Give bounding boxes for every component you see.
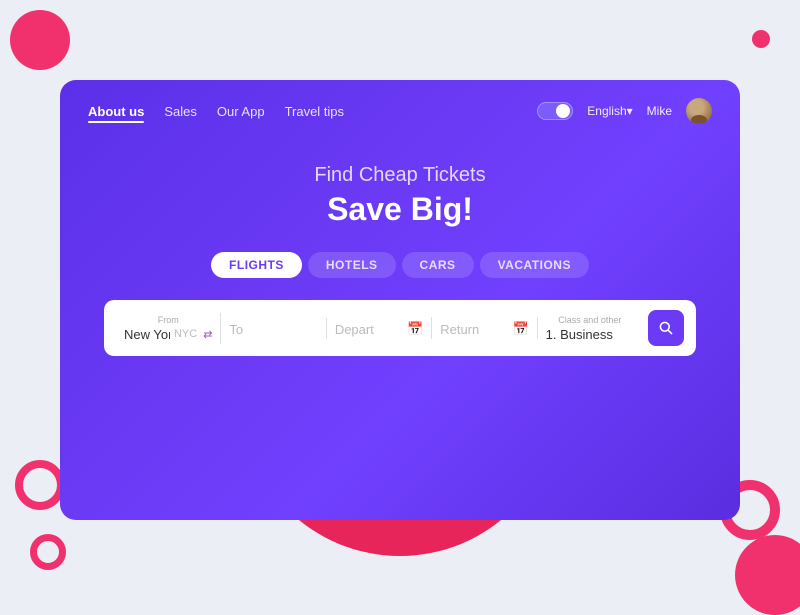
deco-circle-bottom-right <box>735 535 800 615</box>
class-input-row: 1. Business 2. Economy 3. First Class <box>546 327 634 342</box>
main-card: About us Sales Our App Travel tips Engli… <box>60 80 740 520</box>
nav-our-app[interactable]: Our App <box>217 104 265 119</box>
tab-hotels[interactable]: HOTELS <box>308 252 396 278</box>
to-group <box>221 318 326 339</box>
class-label: Class and other <box>546 315 634 325</box>
depart-group: 📅 <box>327 317 432 339</box>
nav-travel-tips[interactable]: Travel tips <box>285 104 344 119</box>
nav-about-us[interactable]: About us <box>88 104 144 119</box>
avatar-image <box>686 98 712 124</box>
hero-section: Find Cheap Tickets Save Big! FLIGHTS HOT… <box>60 134 740 520</box>
return-input[interactable] <box>440 322 508 337</box>
from-label: From <box>124 315 212 325</box>
theme-toggle[interactable] <box>537 102 573 120</box>
return-calendar-icon[interactable]: 📅 <box>512 321 528 337</box>
deco-ring-bottom-left <box>15 460 65 510</box>
navbar: About us Sales Our App Travel tips Engli… <box>60 80 740 134</box>
deco-ring-bottom-left2 <box>30 534 66 570</box>
swap-icon[interactable]: ⇄ <box>203 328 212 341</box>
from-input[interactable] <box>124 327 170 342</box>
deco-circle-top-left <box>10 10 70 70</box>
to-input[interactable] <box>229 322 317 337</box>
tab-vacations[interactable]: VACATIONS <box>480 252 589 278</box>
city-code: NYC <box>174 328 197 340</box>
return-group: 📅 <box>432 317 537 339</box>
to-input-row <box>229 322 317 337</box>
depart-input-row: 📅 <box>335 321 423 337</box>
search-form: From NYC ⇄ 📅 <box>104 300 696 356</box>
search-tabs: FLIGHTS HOTELS CARS VACATIONS <box>80 252 720 278</box>
nav-sales[interactable]: Sales <box>164 104 197 119</box>
class-group: Class and other 1. Business 2. Economy 3… <box>538 313 642 344</box>
deco-circle-top-right <box>752 30 770 48</box>
search-button[interactable] <box>648 310 684 346</box>
depart-calendar-icon[interactable]: 📅 <box>407 321 423 337</box>
avatar[interactable] <box>686 98 712 124</box>
class-select[interactable]: 1. Business 2. Economy 3. First Class <box>546 327 634 342</box>
language-selector[interactable]: English▾ <box>587 104 632 118</box>
depart-input[interactable] <box>335 322 403 337</box>
user-name-label: Mike <box>647 104 672 118</box>
from-group: From NYC ⇄ <box>116 313 221 344</box>
hero-subtitle: Find Cheap Tickets <box>80 164 720 187</box>
tab-flights[interactable]: FLIGHTS <box>211 252 302 278</box>
hero-title: Save Big! <box>80 191 720 228</box>
nav-right: English▾ Mike <box>537 98 712 124</box>
tab-cars[interactable]: CARS <box>402 252 474 278</box>
from-input-row: NYC ⇄ <box>124 327 212 342</box>
return-input-row: 📅 <box>440 321 528 337</box>
search-icon <box>658 320 674 336</box>
deco-ring-top-left <box>18 18 60 60</box>
